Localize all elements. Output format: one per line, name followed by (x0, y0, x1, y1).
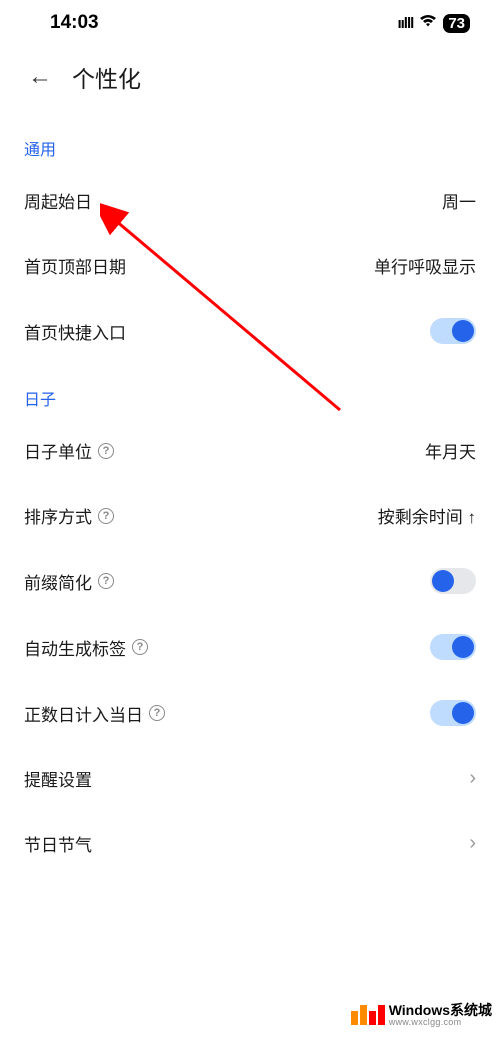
day-unit-label: 日子单位 ? (24, 438, 114, 463)
positive-day-toggle[interactable] (430, 700, 476, 726)
sort-label: 排序方式 ? (24, 503, 114, 528)
setting-auto-tag: 自动生成标签 ? (0, 614, 500, 680)
positive-day-label: 正数日计入当日 ? (24, 701, 165, 726)
setting-holiday[interactable]: 节日节气 › (0, 811, 500, 876)
page-header: ← 个性化 (0, 42, 500, 106)
watermark: Windows系统城 www.wxclgg.com (351, 1003, 492, 1028)
setting-reminder[interactable]: 提醒设置 › (0, 746, 500, 811)
prefix-label: 前缀简化 ? (24, 569, 114, 594)
day-unit-value: 年月天 (425, 438, 476, 463)
setting-day-unit[interactable]: 日子单位 ? 年月天 (0, 418, 500, 483)
watermark-logo-icon (351, 1005, 385, 1025)
setting-home-date[interactable]: 首页顶部日期 单行呼吸显示 (0, 233, 500, 298)
auto-tag-label: 自动生成标签 ? (24, 635, 148, 660)
signal-icon: ıılll (397, 15, 413, 32)
setting-sort[interactable]: 排序方式 ? 按剩余时间 ↑ (0, 483, 500, 548)
back-button[interactable]: ← (28, 63, 52, 91)
watermark-title: Windows系统城 (389, 1003, 492, 1018)
help-icon[interactable]: ? (132, 639, 148, 655)
reminder-label: 提醒设置 (24, 766, 92, 791)
chevron-right-icon: › (469, 832, 476, 855)
section-general-header: 通用 (0, 106, 500, 168)
status-bar: 14:03 ıılll 73 (0, 0, 500, 42)
page-title: 个性化 (72, 60, 141, 94)
help-icon[interactable]: ? (149, 705, 165, 721)
home-date-value: 单行呼吸显示 (374, 253, 476, 278)
holiday-label: 节日节气 (24, 831, 92, 856)
wifi-icon (419, 14, 437, 33)
prefix-toggle[interactable] (430, 568, 476, 594)
help-icon[interactable]: ? (98, 508, 114, 524)
week-start-value: 周一 (442, 188, 476, 213)
sort-value: 按剩余时间 ↑ (378, 503, 476, 528)
help-icon[interactable]: ? (98, 573, 114, 589)
setting-quick-entry: 首页快捷入口 (0, 298, 500, 364)
watermark-url: www.wxclgg.com (389, 1018, 492, 1028)
help-icon[interactable]: ? (98, 443, 114, 459)
quick-entry-label: 首页快捷入口 (24, 319, 126, 344)
quick-entry-toggle[interactable] (430, 318, 476, 344)
status-time: 14:03 (50, 12, 99, 34)
setting-prefix: 前缀简化 ? (0, 548, 500, 614)
week-start-label: 周起始日 (24, 188, 92, 213)
setting-positive-day: 正数日计入当日 ? (0, 680, 500, 746)
setting-week-start[interactable]: 周起始日 周一 (0, 168, 500, 233)
status-icons: ıılll 73 (397, 14, 470, 33)
section-days-header: 日子 (0, 364, 500, 418)
home-date-label: 首页顶部日期 (24, 253, 126, 278)
battery-icon: 73 (443, 14, 470, 33)
chevron-right-icon: › (469, 767, 476, 790)
auto-tag-toggle[interactable] (430, 634, 476, 660)
